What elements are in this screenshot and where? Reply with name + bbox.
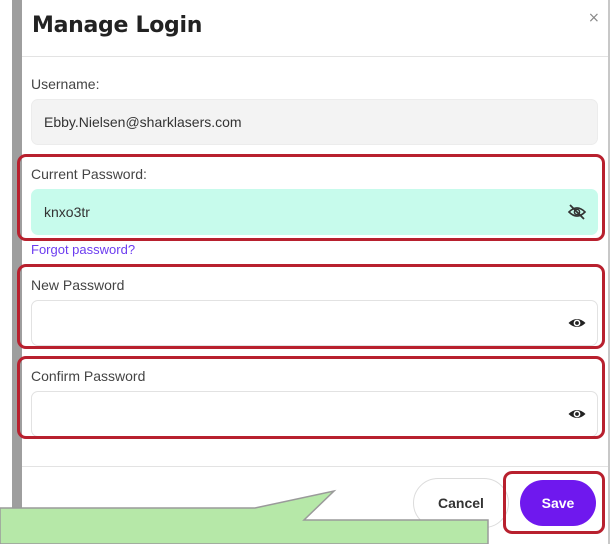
manage-login-dialog: Manage Login × Username: Ebby.Nielsen@sh… [22,0,610,544]
cancel-button[interactable]: Cancel [413,478,509,528]
dialog-header: Manage Login × [22,0,608,57]
window-edge [12,0,22,544]
eye-slash-icon[interactable] [567,203,587,221]
confirm-password-input[interactable] [31,391,598,437]
current-password-value: knxo3tr [44,204,90,220]
eye-icon[interactable] [567,314,587,332]
forgot-password-link[interactable]: Forgot password? [31,242,135,257]
username-value: Ebby.Nielsen@sharklasers.com [44,114,242,130]
username-field: Ebby.Nielsen@sharklasers.com [31,99,598,145]
username-label: Username: [31,76,100,92]
footer-divider [22,466,608,467]
dialog-title: Manage Login [32,13,203,38]
confirm-password-label: Confirm Password [31,368,146,384]
save-button[interactable]: Save [520,480,596,526]
current-password-label: Current Password: [31,166,147,182]
new-password-input[interactable] [31,300,598,346]
current-password-input[interactable]: knxo3tr [31,189,598,235]
eye-icon[interactable] [567,405,587,423]
new-password-label: New Password [31,277,125,293]
close-icon[interactable]: × [588,10,600,26]
